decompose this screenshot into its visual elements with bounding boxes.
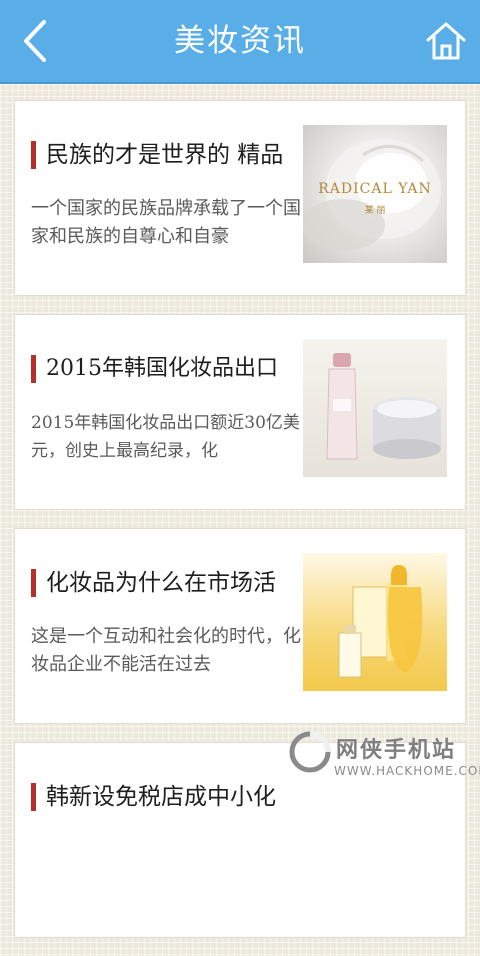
thumbnail-brand: RADICAL YAN (318, 181, 432, 197)
article-title: 民族的才是世界的 精品 (31, 141, 328, 169)
page-title: 美妆资讯 (174, 23, 306, 59)
article-card[interactable]: 化妆品为什么在市场活 这是一个互动和社会化的时代，化妆品企业不能活在过去 (14, 528, 466, 724)
article-list: 民族的才是世界的 精品 一个国家的民族品牌承载了一个国家和民族的自尊心和自豪 R… (14, 100, 466, 956)
top-bar: 美妆资讯 (0, 0, 480, 84)
watermark-text: 网侠手机站 (336, 738, 457, 763)
article-thumbnail (303, 553, 447, 691)
site-watermark: 网侠手机站 WWW.HACKHOME.COM (288, 726, 480, 788)
watermark-logo-icon (289, 731, 331, 773)
perfume-bottles-image (338, 565, 423, 678)
article-title: 2015年韩国化妆品出口 (31, 355, 328, 383)
thumbnail-brand-sub: 某 丽 (364, 206, 386, 216)
article-title: 化妆品为什么在市场活 (31, 569, 328, 597)
article-summary: 2015年韩国化妆品出口额近30亿美元，创史上最高纪录，化 (31, 413, 300, 461)
article-card[interactable]: 2015年韩国化妆品出口 2015年韩国化妆品出口额近30亿美元，创史上最高纪录… (14, 314, 466, 510)
article-summary (31, 837, 307, 893)
article-summary: 一个国家的民族品牌承载了一个国家和民族的自尊心和自豪 (31, 198, 301, 247)
watermark-url: WWW.HACKHOME.COM (334, 764, 480, 778)
article-thumbnail: RADICAL YAN 某 丽 (303, 125, 447, 263)
article-summary: 这是一个互动和社会化的时代，化妆品企业不能活在过去 (31, 626, 301, 675)
article-card[interactable]: 民族的才是世界的 精品 一个国家的民族品牌承载了一个国家和民族的自尊心和自豪 R… (14, 100, 466, 296)
article-thumbnail (303, 339, 447, 477)
article-title: 韩新设免税店成中小化 (31, 783, 328, 811)
home-button[interactable] (424, 16, 468, 64)
cosmetic-bottles-image (326, 353, 441, 460)
home-icon (426, 22, 466, 60)
